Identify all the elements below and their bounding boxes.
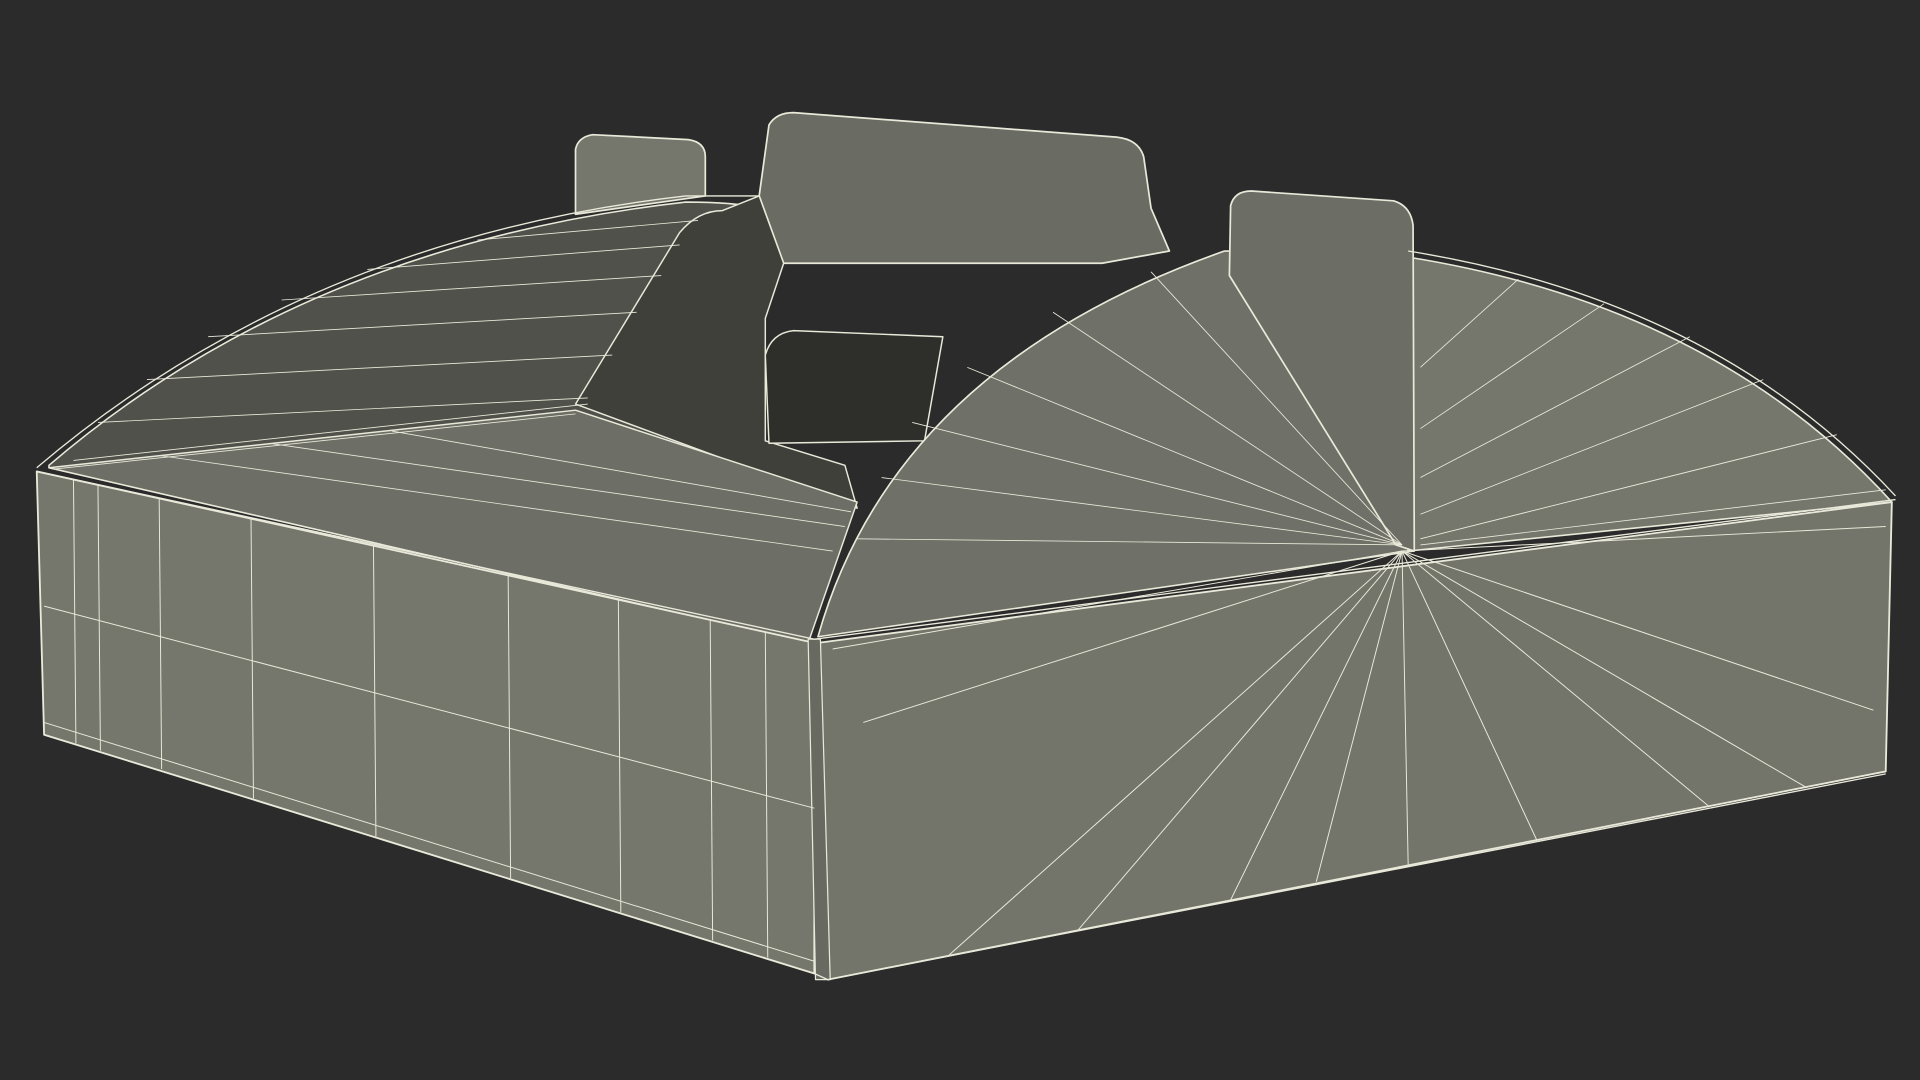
wireframe-scene — [0, 0, 1920, 1080]
render-viewport — [0, 0, 1920, 1080]
handle-cutout — [764, 329, 944, 444]
